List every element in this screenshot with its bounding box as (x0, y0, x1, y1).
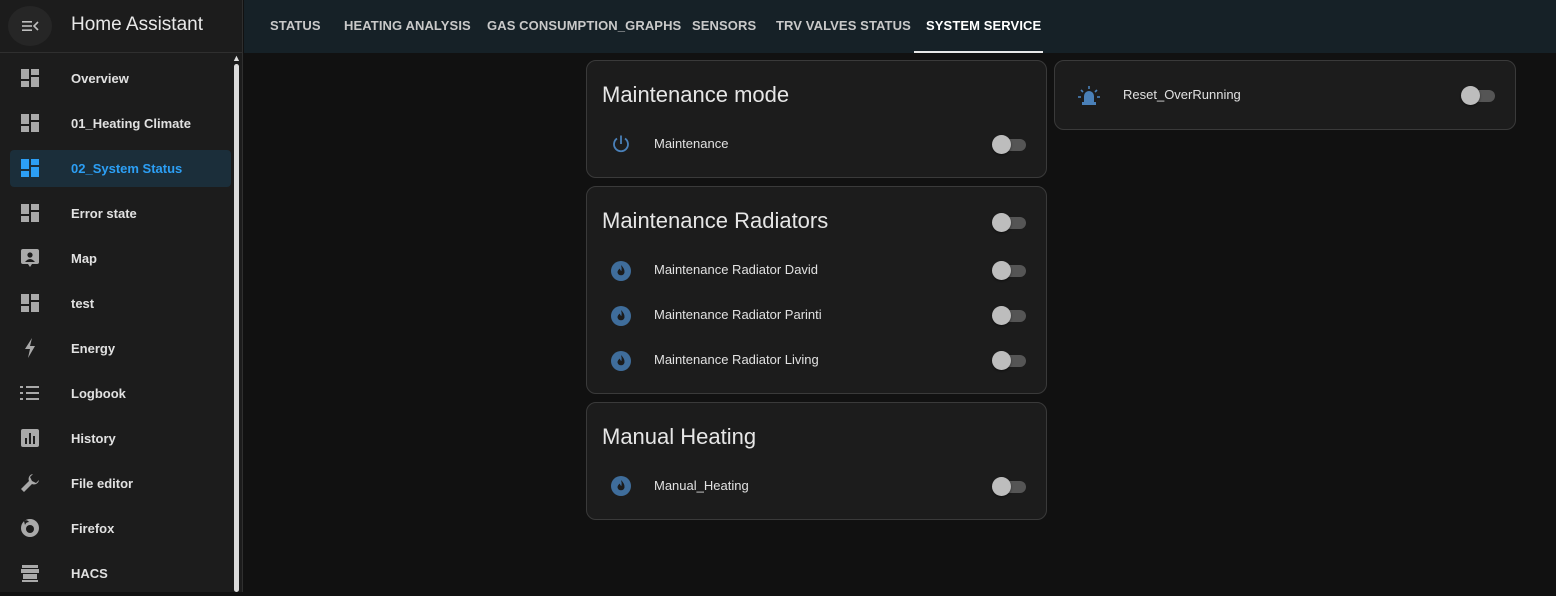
tab-heating-analysis[interactable]: HEATING ANALYSIS (344, 18, 471, 33)
sidebar-item-label: test (71, 296, 95, 311)
alarm-light-icon[interactable] (1078, 85, 1100, 107)
reset-overrunning-card: Reset_OverRunning (1054, 60, 1516, 130)
firefox-icon (20, 518, 40, 538)
reset-overrunning-toggle[interactable] (1461, 85, 1495, 105)
scroll-up-arrow[interactable]: ▲ (231, 53, 242, 63)
radiator-david-toggle[interactable] (992, 260, 1026, 280)
app-title: Home Assistant (71, 14, 203, 35)
sidebar-scrollbar[interactable] (234, 64, 239, 592)
fire-circle-icon[interactable] (610, 260, 632, 282)
entity-label[interactable]: Manual_Heating (654, 478, 749, 493)
sidebar-item-history[interactable]: History (0, 416, 243, 461)
sidebar-item-error-state[interactable]: Error state (0, 191, 243, 236)
sidebar-item-label: File editor (71, 476, 134, 491)
sidebar-item-label: 01_Heating Climate (71, 116, 191, 131)
maintenance-radiators-card: Maintenance Radiators Maintenance Radiat… (586, 186, 1047, 394)
sidebar-header: Home Assistant (0, 0, 243, 53)
active-tab-indicator (914, 51, 1043, 53)
sidebar-item-overview[interactable]: Overview (0, 56, 243, 101)
dashboard-icon (20, 203, 40, 223)
dashboard-icon (20, 158, 40, 178)
sidebar-item-label: HACS (71, 566, 108, 581)
card-title: Maintenance mode (602, 82, 790, 107)
power-icon[interactable] (610, 133, 632, 155)
card-title: Manual Heating (602, 424, 757, 449)
tab-status[interactable]: STATUS (270, 18, 321, 33)
fire-circle-icon[interactable] (610, 350, 632, 372)
sidebar-item-test[interactable]: test (0, 281, 243, 326)
sidebar: Home Assistant Overview 01_Heating Clima… (0, 0, 243, 592)
tab-gas-consumption-graphs[interactable]: GAS CONSUMPTION_GRAPHS (487, 18, 681, 33)
lightning-icon (20, 338, 40, 358)
menu-toggle-button[interactable] (8, 6, 52, 46)
sidebar-nav: Overview 01_Heating Climate 02_System St… (0, 56, 243, 596)
fire-circle-icon[interactable] (610, 475, 632, 497)
sidebar-item-hacs[interactable]: HACS (0, 551, 243, 596)
manual-heating-toggle[interactable] (992, 476, 1026, 496)
tab-sensors[interactable]: SENSORS (692, 18, 756, 33)
sidebar-item-firefox[interactable]: Firefox (0, 506, 243, 551)
top-tab-bar: STATUS HEATING ANALYSIS GAS CONSUMPTION_… (244, 0, 1556, 53)
maintenance-toggle[interactable] (992, 134, 1026, 154)
tab-system-service[interactable]: SYSTEM SERVICE (926, 18, 1041, 33)
map-pin-icon (20, 248, 40, 268)
list-icon (20, 383, 40, 403)
manual-heating-card: Manual Heating Manual_Heating (586, 402, 1047, 520)
tab-trv-valves-status[interactable]: TRV VALVES STATUS (776, 18, 911, 33)
wrench-icon (20, 473, 40, 493)
radiator-living-toggle[interactable] (992, 350, 1026, 370)
dashboard-icon (20, 113, 40, 133)
sidebar-item-label: History (71, 431, 116, 446)
sidebar-item-label: 02_System Status (71, 161, 183, 176)
hacs-icon (20, 563, 40, 583)
sidebar-item-energy[interactable]: Energy (0, 326, 243, 371)
entity-label[interactable]: Maintenance (654, 136, 728, 151)
sidebar-item-logbook[interactable]: Logbook (0, 371, 243, 416)
entity-label[interactable]: Reset_OverRunning (1123, 87, 1241, 102)
sidebar-item-heating-climate[interactable]: 01_Heating Climate (0, 101, 243, 146)
sidebar-item-map[interactable]: Map (0, 236, 243, 281)
entity-label[interactable]: Maintenance Radiator Living (654, 352, 819, 367)
dashboard-icon (20, 68, 40, 88)
sidebar-item-label: Firefox (71, 521, 115, 536)
sidebar-item-file-editor[interactable]: File editor (0, 461, 243, 506)
sidebar-item-label: Overview (71, 71, 129, 86)
radiator-parinti-toggle[interactable] (992, 305, 1026, 325)
sidebar-item-system-status[interactable]: 02_System Status (0, 146, 243, 191)
card-title: Maintenance Radiators (602, 208, 829, 233)
entity-label[interactable]: Maintenance Radiator David (654, 262, 818, 277)
sidebar-item-label: Logbook (71, 386, 126, 401)
sidebar-item-label: Energy (71, 341, 116, 356)
menu-collapse-icon (22, 21, 39, 31)
chart-icon (20, 428, 40, 448)
maintenance-mode-card: Maintenance mode Maintenance (586, 60, 1047, 178)
sidebar-item-label: Error state (71, 206, 137, 221)
dashboard-icon (20, 293, 40, 313)
sidebar-item-label: Map (71, 251, 97, 266)
entity-label[interactable]: Maintenance Radiator Parinti (654, 307, 822, 322)
radiators-header-toggle[interactable] (992, 212, 1026, 232)
fire-circle-icon[interactable] (610, 305, 632, 327)
